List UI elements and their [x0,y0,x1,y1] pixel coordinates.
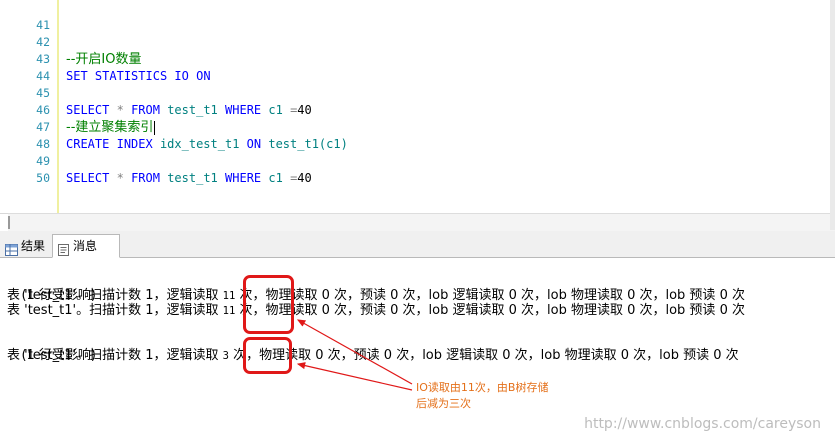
annotation-line: IO读取由11次，由B树存储 [416,381,549,394]
arrow-to-3-reads [296,362,413,391]
annotation-arrows [296,319,413,391]
annotation-line: 后减为三次 [416,397,471,410]
arrow-to-11-reads [296,319,413,385]
annotation-note: IO读取由11次，由B树存储 后减为三次 [416,380,548,412]
watermark: http://www.cnblogs.com/careyson [584,416,821,432]
